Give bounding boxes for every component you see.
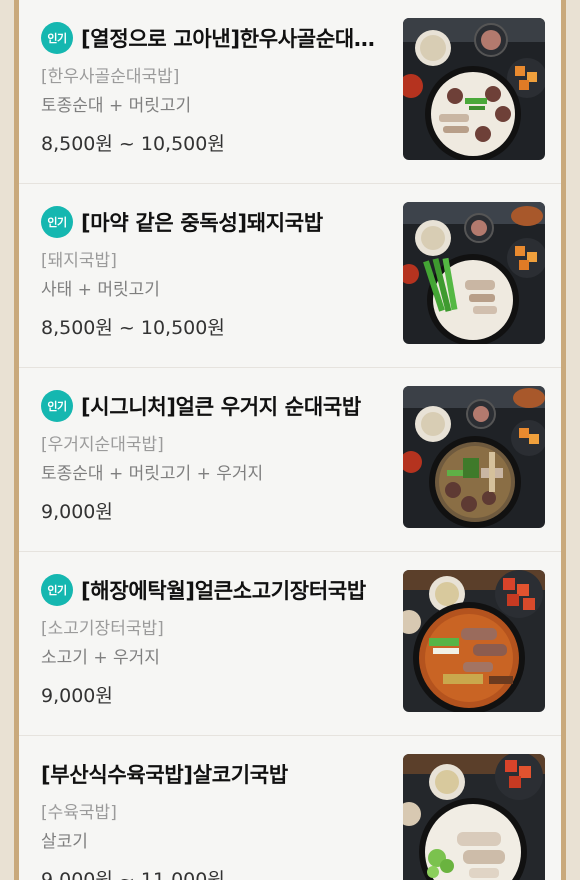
- gukbap-dish-photo[interactable]: [403, 570, 545, 712]
- menu-item-info: [부산식수육국밥]살코기국밥 [수육국밥] 살코기 9,000원 ~ 11,00…: [41, 754, 381, 880]
- menu-item-info: 인기 [마약 같은 중독성]돼지국밥 [돼지국밥] 사태 + 머릿고기 8,50…: [41, 202, 381, 343]
- menu-item-title-row: 인기 [시그니처]얼큰 우거지 순대국밥: [41, 386, 381, 426]
- menu-item-category: [한우사골순대국밥]: [41, 67, 180, 87]
- menu-item-price: 9,000원: [41, 501, 113, 523]
- menu-item-title-row: [부산식수육국밥]살코기국밥: [41, 754, 381, 794]
- menu-item-title-row: 인기 [마약 같은 중독성]돼지국밥: [41, 202, 381, 242]
- menu-item-info: 인기 [해장에탁월]얼큰소고기장터국밥 [소고기장터국밥] 소고기 + 우거지 …: [41, 570, 381, 711]
- menu-item[interactable]: 인기 [시그니처]얼큰 우거지 순대국밥 [우거지순대국밥] 토종순대 + 머릿…: [19, 368, 561, 552]
- menu-item-title-row: 인기 [해장에탁월]얼큰소고기장터국밥: [41, 570, 381, 610]
- popular-badge: 인기: [41, 22, 73, 54]
- menu-item-title: [마약 같은 중독성]돼지국밥: [81, 211, 323, 235]
- menu-item-title: [열정으로 고아낸]한우사골순대국밥: [81, 27, 381, 51]
- popular-badge: 인기: [41, 574, 73, 606]
- menu-item-category: [우거지순대국밥]: [41, 435, 164, 455]
- gukbap-dish-photo[interactable]: [403, 202, 545, 344]
- menu-item-category: [돼지국밥]: [41, 251, 117, 271]
- menu-item[interactable]: [부산식수육국밥]살코기국밥 [수육국밥] 살코기 9,000원 ~ 11,00…: [19, 736, 561, 880]
- gukbap-dish-photo[interactable]: [403, 754, 545, 880]
- menu-item-description: 토종순대 + 머릿고기 + 우거지: [41, 464, 264, 484]
- popular-badge: 인기: [41, 390, 73, 422]
- popular-badge: 인기: [41, 206, 73, 238]
- menu-item-price: 8,500원 ~ 10,500원: [41, 133, 225, 155]
- menu-item-description: 살코기: [41, 832, 88, 852]
- menu-item-price: 9,000원 ~ 11,000원: [41, 869, 225, 880]
- menu-item-price: 9,000원: [41, 685, 113, 707]
- menu-item[interactable]: 인기 [해장에탁월]얼큰소고기장터국밥 [소고기장터국밥] 소고기 + 우거지 …: [19, 552, 561, 736]
- menu-item[interactable]: 인기 [열정으로 고아낸]한우사골순대국밥 [한우사골순대국밥] 토종순대 + …: [19, 0, 561, 184]
- menu-item-info: 인기 [시그니처]얼큰 우거지 순대국밥 [우거지순대국밥] 토종순대 + 머릿…: [41, 386, 381, 527]
- menu-list: 인기 [열정으로 고아낸]한우사골순대국밥 [한우사골순대국밥] 토종순대 + …: [19, 0, 561, 880]
- menu-frame: 인기 [열정으로 고아낸]한우사골순대국밥 [한우사골순대국밥] 토종순대 + …: [14, 0, 566, 880]
- menu-item-title: [해장에탁월]얼큰소고기장터국밥: [81, 579, 366, 603]
- menu-item[interactable]: 인기 [마약 같은 중독성]돼지국밥 [돼지국밥] 사태 + 머릿고기 8,50…: [19, 184, 561, 368]
- menu-item-description: 사태 + 머릿고기: [41, 280, 160, 300]
- gukbap-dish-photo[interactable]: [403, 386, 545, 528]
- menu-item-category: [수육국밥]: [41, 803, 117, 823]
- menu-item-price: 8,500원 ~ 10,500원: [41, 317, 225, 339]
- menu-item-category: [소고기장터국밥]: [41, 619, 164, 639]
- menu-item-title: [부산식수육국밥]살코기국밥: [41, 763, 288, 787]
- gukbap-dish-photo[interactable]: [403, 18, 545, 160]
- menu-item-description: 소고기 + 우거지: [41, 648, 160, 668]
- menu-item-title: [시그니처]얼큰 우거지 순대국밥: [81, 395, 361, 419]
- menu-item-description: 토종순대 + 머릿고기: [41, 96, 192, 116]
- menu-item-info: 인기 [열정으로 고아낸]한우사골순대국밥 [한우사골순대국밥] 토종순대 + …: [41, 18, 381, 159]
- menu-item-title-row: 인기 [열정으로 고아낸]한우사골순대국밥: [41, 18, 381, 58]
